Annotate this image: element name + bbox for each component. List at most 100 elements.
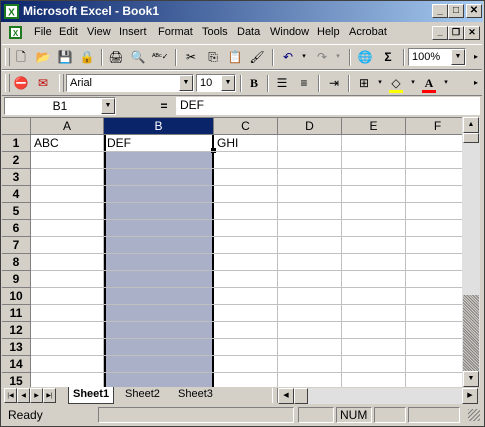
toolbar-options-icon[interactable]: ▸ bbox=[468, 49, 484, 65]
cut-icon[interactable]: ✂ bbox=[183, 49, 199, 65]
workbook-restore-button[interactable]: ❐ bbox=[448, 26, 464, 40]
increase-indent-icon[interactable]: ⇥ bbox=[326, 75, 342, 91]
row-header-8[interactable]: 8 bbox=[2, 254, 31, 271]
chevron-down-icon[interactable]: ▼ bbox=[179, 75, 193, 91]
menu-format[interactable]: Format bbox=[158, 26, 193, 38]
bold-icon[interactable]: B bbox=[246, 75, 262, 91]
chevron-down-icon[interactable]: ▼ bbox=[221, 75, 235, 91]
scroll-up-icon[interactable]: ▲ bbox=[463, 117, 479, 133]
menu-view[interactable]: View bbox=[87, 26, 111, 38]
font-color-dropdown-icon[interactable]: ▾ bbox=[438, 75, 454, 91]
row-header-9[interactable]: 9 bbox=[2, 271, 31, 288]
row-header-14[interactable]: 14 bbox=[2, 356, 31, 373]
spelling-icon[interactable]: ᴬᴮᶜ✓ bbox=[152, 49, 168, 65]
align-left-icon[interactable]: ☰ bbox=[274, 75, 290, 91]
tab-sheet2[interactable]: Sheet2 bbox=[121, 387, 164, 403]
row-header-10[interactable]: 10 bbox=[2, 288, 31, 305]
workbook-icon[interactable]: X bbox=[8, 25, 23, 40]
column-header-a[interactable]: A bbox=[31, 118, 104, 135]
column-header-f[interactable]: F bbox=[406, 118, 462, 135]
undo-dropdown-icon[interactable]: ▾ bbox=[296, 49, 312, 65]
column-header-b[interactable]: B bbox=[104, 118, 214, 135]
scroll-down-icon[interactable]: ▼ bbox=[463, 371, 479, 387]
row-header-11[interactable]: 11 bbox=[2, 305, 31, 322]
print-icon[interactable]: 🖨 bbox=[108, 49, 124, 65]
minimize-button[interactable]: _ bbox=[432, 4, 448, 18]
undo-icon[interactable]: ↶ bbox=[280, 49, 296, 65]
scroll-thumb[interactable] bbox=[463, 133, 479, 143]
open-icon[interactable]: 📂 bbox=[35, 49, 51, 65]
row-header-15[interactable]: 15 bbox=[2, 373, 31, 388]
row-header-12[interactable]: 12 bbox=[2, 322, 31, 339]
toolbar-options-icon[interactable]: ▸ bbox=[468, 75, 484, 91]
workbook-minimize-button[interactable]: _ bbox=[432, 26, 448, 40]
row-header-4[interactable]: 4 bbox=[2, 186, 31, 203]
menu-tools[interactable]: Tools bbox=[202, 26, 228, 38]
font-size-combo[interactable]: 10 ▼ bbox=[196, 74, 236, 92]
first-sheet-icon[interactable]: |◀ bbox=[4, 388, 17, 403]
borders-icon[interactable]: ⊞ bbox=[356, 75, 372, 91]
maximize-button[interactable]: □ bbox=[448, 4, 464, 18]
borders-dropdown-icon[interactable]: ▾ bbox=[372, 75, 388, 91]
copy-icon[interactable]: ⎘ bbox=[205, 49, 221, 65]
split-box[interactable] bbox=[463, 295, 479, 371]
menu-data[interactable]: Data bbox=[237, 26, 260, 38]
cell-a1[interactable]: ABC bbox=[32, 135, 59, 152]
pdf-email-icon[interactable]: ✉ bbox=[35, 75, 51, 91]
formula-input[interactable]: DEF bbox=[176, 97, 480, 115]
scroll-left-icon[interactable]: ◀ bbox=[278, 388, 294, 404]
fill-dropdown-icon[interactable]: ▾ bbox=[405, 75, 421, 91]
menu-window[interactable]: Window bbox=[270, 26, 309, 38]
column-header-d[interactable]: D bbox=[278, 118, 342, 135]
tab-sheet3[interactable]: Sheet3 bbox=[174, 387, 217, 403]
autosum-icon[interactable]: Σ bbox=[380, 49, 396, 65]
toolbar-grip[interactable] bbox=[5, 48, 10, 66]
hyperlink-icon[interactable]: 🌐 bbox=[357, 49, 373, 65]
menu-edit[interactable]: Edit bbox=[59, 26, 78, 38]
menu-file[interactable]: File bbox=[34, 26, 52, 38]
format-painter-icon[interactable]: 🖌 bbox=[249, 49, 265, 65]
select-all-corner[interactable] bbox=[2, 118, 31, 135]
toolbar-grip[interactable] bbox=[5, 74, 10, 92]
last-sheet-icon[interactable]: ▶| bbox=[43, 388, 56, 403]
menu-acrobat[interactable]: Acrobat bbox=[349, 26, 387, 38]
cell-b1[interactable]: DEF bbox=[105, 135, 131, 152]
print-preview-icon[interactable]: 🔍 bbox=[130, 49, 146, 65]
row-header-2[interactable]: 2 bbox=[2, 152, 31, 169]
pdf-convert-icon[interactable]: ⛔ bbox=[13, 75, 29, 91]
next-sheet-icon[interactable]: ▶ bbox=[30, 388, 43, 403]
menu-insert[interactable]: Insert bbox=[119, 26, 147, 38]
save-icon[interactable]: 💾 bbox=[57, 49, 73, 65]
fill-color-icon[interactable]: ◇ bbox=[388, 75, 404, 91]
chevron-down-icon[interactable]: ▼ bbox=[101, 98, 115, 114]
zoom-combo[interactable]: 100% ▼ bbox=[408, 48, 466, 66]
font-color-icon[interactable]: A bbox=[421, 75, 437, 91]
size-grip-icon[interactable] bbox=[468, 409, 480, 421]
center-icon[interactable]: ≡ bbox=[296, 75, 312, 91]
new-icon[interactable]: 🗋 bbox=[13, 49, 29, 65]
row-header-6[interactable]: 6 bbox=[2, 220, 31, 237]
redo-dropdown-icon[interactable]: ▾ bbox=[330, 49, 346, 65]
menu-help[interactable]: Help bbox=[317, 26, 340, 38]
column-header-e[interactable]: E bbox=[342, 118, 406, 135]
name-box[interactable]: B1 ▼ bbox=[4, 97, 116, 115]
workbook-close-button[interactable]: ✕ bbox=[464, 26, 480, 40]
insert-function-button[interactable]: = bbox=[154, 98, 174, 114]
h-scroll-track[interactable] bbox=[308, 388, 462, 404]
permission-icon[interactable]: 🔒 bbox=[79, 49, 95, 65]
column-header-c[interactable]: C bbox=[214, 118, 278, 135]
scroll-right-icon[interactable]: ▶ bbox=[462, 388, 478, 404]
chevron-down-icon[interactable]: ▼ bbox=[451, 49, 465, 65]
row-header-7[interactable]: 7 bbox=[2, 237, 31, 254]
prev-sheet-icon[interactable]: ◀ bbox=[17, 388, 30, 403]
redo-icon[interactable]: ↷ bbox=[314, 49, 330, 65]
row-header-1[interactable]: 1 bbox=[2, 135, 31, 152]
paste-icon[interactable]: 📋 bbox=[227, 49, 243, 65]
row-header-13[interactable]: 13 bbox=[2, 339, 31, 356]
cell-c1[interactable]: GHI bbox=[215, 135, 238, 152]
row-header-3[interactable]: 3 bbox=[2, 169, 31, 186]
row-header-5[interactable]: 5 bbox=[2, 203, 31, 220]
title-bar[interactable]: X Microsoft Excel - Book1 _ □ ✕ bbox=[1, 1, 483, 22]
toolbar-grip[interactable] bbox=[59, 74, 64, 92]
font-combo[interactable]: Arial ▼ bbox=[66, 74, 194, 92]
